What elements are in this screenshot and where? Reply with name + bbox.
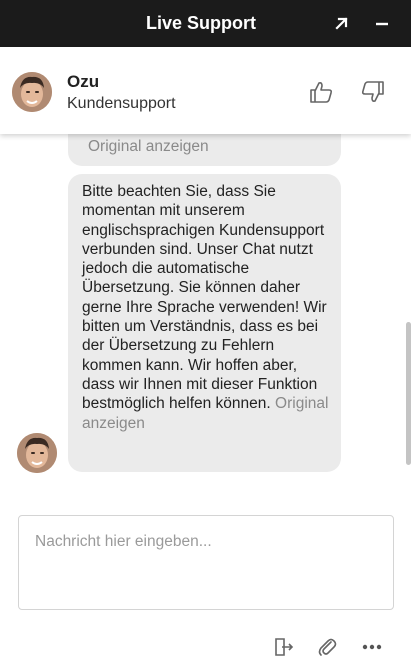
message-bubble: Original anzeigen — [68, 134, 341, 166]
agent-header: Ozu Kundensupport — [0, 47, 411, 134]
agent-name: Ozu — [67, 72, 100, 91]
paperclip-icon[interactable] — [316, 636, 338, 658]
message-input[interactable] — [19, 516, 393, 609]
agent-message-avatar — [17, 433, 57, 473]
thumbs-up-icon[interactable] — [308, 79, 334, 105]
message-text: Bitte beachten Sie, dass Sie momentan mi… — [82, 183, 327, 413]
message-scrollbar[interactable] — [406, 322, 411, 465]
transfer-exit-icon[interactable] — [272, 636, 294, 658]
more-dots-icon[interactable] — [361, 636, 383, 658]
message-composer — [18, 515, 394, 610]
agent-avatar — [12, 72, 52, 112]
agent-role: Kundensupport — [67, 95, 176, 112]
message-list[interactable]: Original anzeigen Bitte beachten Sie, da… — [0, 134, 411, 500]
show-original-link[interactable]: Original anzeigen — [88, 137, 209, 156]
minimize-icon[interactable] — [371, 12, 393, 34]
chat-titlebar: Live Support — [0, 0, 411, 47]
message-bubble: Bitte beachten Sie, dass Sie momentan mi… — [68, 174, 341, 472]
thumbs-down-icon[interactable] — [360, 79, 386, 105]
arrow-up-right-icon[interactable] — [331, 12, 353, 34]
